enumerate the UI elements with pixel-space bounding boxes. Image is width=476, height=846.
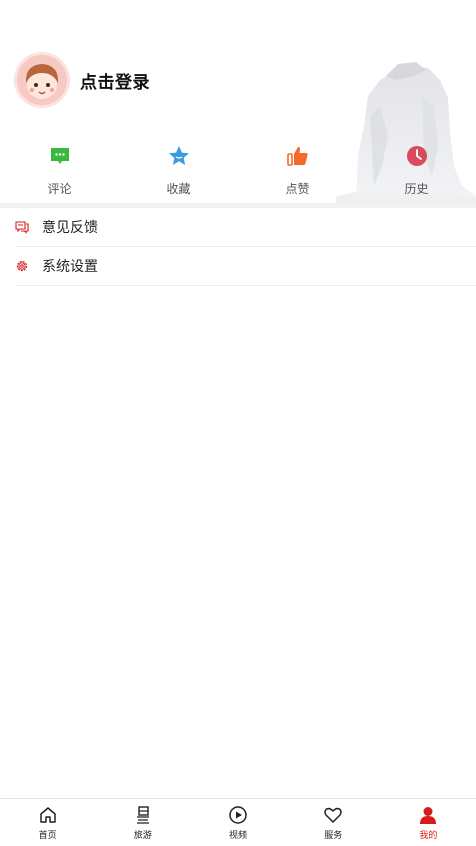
menu-item-label: 意见反馈	[42, 220, 98, 236]
tab-services[interactable]: 服务	[286, 799, 381, 846]
settings-menu: 意见反馈 系统设置	[0, 208, 476, 286]
quick-action-comments[interactable]: 评论	[0, 140, 119, 200]
tab-video[interactable]: 视频	[190, 799, 285, 846]
quick-actions-row: 评论 收藏 点赞 历史	[0, 140, 476, 200]
gear-icon	[16, 260, 28, 272]
feedback-icon	[15, 221, 29, 234]
menu-item-feedback[interactable]: 意见反馈	[15, 208, 476, 247]
user-icon	[420, 807, 437, 824]
thumbs-up-icon	[286, 147, 308, 166]
profile-header: 点击登录 评论 收藏 点赞 历史	[0, 0, 476, 203]
quick-action-likes[interactable]: 点赞	[238, 140, 357, 200]
tab-label: 旅游	[133, 831, 152, 841]
avatar[interactable]	[14, 52, 70, 108]
quick-action-label: 收藏	[166, 182, 191, 196]
home-icon	[39, 807, 56, 823]
tab-profile[interactable]: 我的	[381, 799, 476, 846]
clock-icon	[406, 146, 427, 166]
tab-label: 视频	[229, 831, 248, 841]
tab-home[interactable]: 首页	[0, 799, 95, 846]
quick-action-label: 历史	[404, 182, 429, 196]
tab-label: 我的	[419, 831, 438, 841]
menu-item-label: 系统设置	[42, 259, 98, 275]
comment-icon	[50, 148, 69, 164]
quick-action-history[interactable]: 历史	[357, 140, 476, 200]
tab-label: 服务	[324, 831, 343, 841]
menu-item-settings[interactable]: 系统设置	[15, 247, 476, 286]
travel-icon	[136, 806, 149, 824]
cartoon-face-icon	[17, 55, 67, 105]
quick-action-label: 点赞	[285, 182, 310, 196]
login-link[interactable]: 点击登录	[80, 68, 150, 93]
star-icon	[168, 146, 189, 165]
quick-action-favorites[interactable]: 收藏	[119, 140, 238, 200]
heart-icon	[324, 807, 342, 823]
tab-label: 首页	[38, 831, 57, 841]
bottom-tab-bar: 首页 旅游 视频 服务 我的	[0, 798, 476, 846]
quick-action-label: 评论	[47, 182, 72, 196]
tab-travel[interactable]: 旅游	[95, 799, 190, 846]
play-icon	[229, 806, 247, 824]
